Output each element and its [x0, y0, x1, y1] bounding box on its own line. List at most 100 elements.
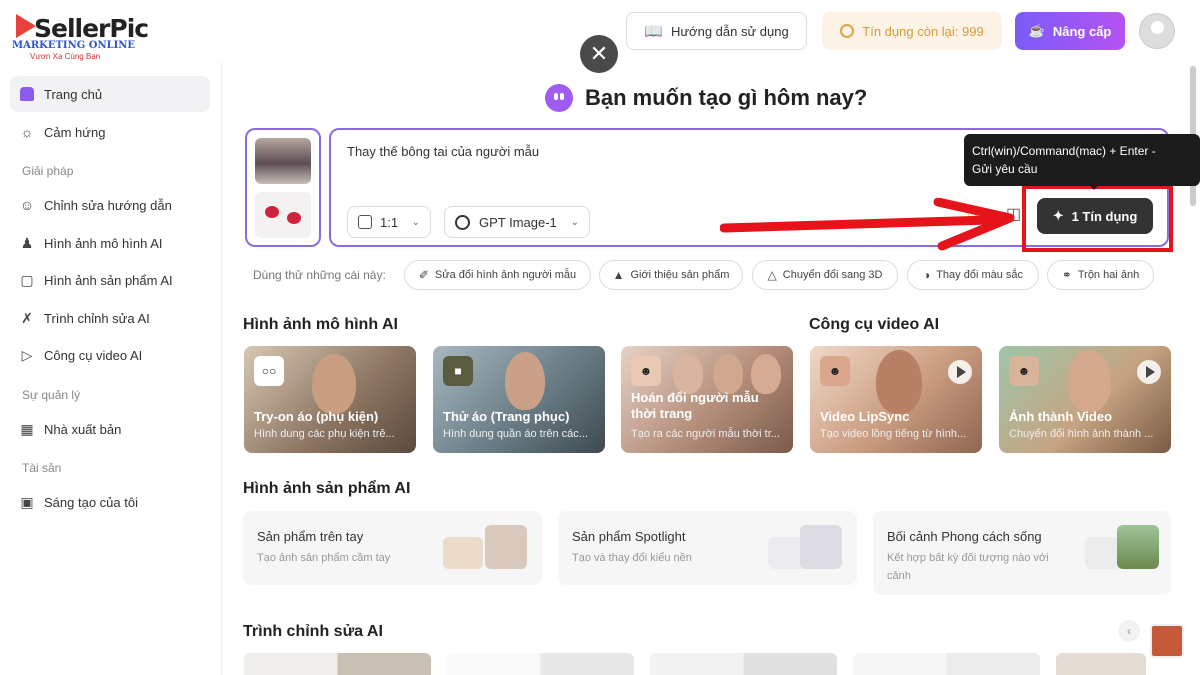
product-thumbnail: [1085, 537, 1121, 569]
card-title: Thử áo (Trang phục): [443, 409, 570, 424]
app-corner-icon[interactable]: [1150, 624, 1184, 658]
try-label: Dùng thử những cái này:: [253, 268, 386, 282]
model-thumbnail[interactable]: [255, 138, 311, 184]
model-thumbnail: [485, 525, 527, 569]
card-desc: Tạo ảnh sản phẩm cầm tay: [257, 552, 391, 564]
edit-icon: ✐: [418, 268, 429, 282]
try-chip-product-intro[interactable]: ▲ Giới thiệu sản phẩm: [599, 260, 743, 290]
page-title: Bạn muốn tạo gì hôm nay?: [545, 84, 867, 112]
lightbulb-icon: ☼: [20, 124, 34, 140]
sidebar-item-my-creations[interactable]: ▣ Sáng tạo của tôi: [10, 484, 210, 520]
section-title-ai-video: Công cụ video AI: [809, 316, 940, 333]
section-title-ai-editor: Trình chỉnh sửa AI: [243, 623, 383, 640]
openai-icon: [455, 214, 470, 230]
upgrade-button[interactable]: ☕ Nâng cấp: [1015, 12, 1125, 50]
chevron-left-icon[interactable]: ‹: [1118, 620, 1140, 642]
try-chip-blend[interactable]: ⚭ Trộn hai ảnh: [1047, 260, 1154, 290]
model-card-clothing[interactable]: ■ Thử áo (Trang phục) Hình dung quần áo …: [433, 346, 605, 453]
editor-card[interactable]: [853, 653, 1040, 675]
red-arrow-annotation: [720, 198, 1015, 251]
sidebar-item-ai-product[interactable]: ▢ Hình ảnh sản phẩm AI: [10, 262, 210, 298]
card-photo: [1067, 350, 1111, 412]
basket-icon: ☕: [1028, 23, 1045, 38]
card-title: Sản phẩm trên tay: [257, 529, 364, 544]
sidebar-item-label: Công cụ video AI: [44, 347, 143, 363]
aspect-ratio-value: 1:1: [380, 214, 399, 230]
upgrade-label: Nâng cấp: [1052, 23, 1112, 39]
card-title: Sản phẩm Spotlight: [572, 529, 686, 544]
card-desc: Tạo video lồng tiếng từ hình...: [820, 428, 967, 440]
model-select[interactable]: GPT Image-1 ⌄: [444, 206, 590, 238]
play-icon[interactable]: [1137, 360, 1161, 384]
video-icon: ▷: [21, 346, 33, 363]
editor-icon: ✗: [21, 309, 33, 326]
model-card-swap[interactable]: ☻ Hoán đổi người mẫu thời trang Tạo ra c…: [621, 346, 793, 453]
credit-balance[interactable]: Tín dụng còn lại: 999: [822, 12, 1002, 50]
card-title: Ảnh thành Video: [1009, 409, 1113, 424]
bottle-icon: ▲: [612, 268, 625, 282]
guide-button[interactable]: 📖 Hướng dẫn sử dụng: [626, 12, 807, 50]
card-desc: Chuyển đổi hình ảnh thành ...: [1009, 428, 1154, 440]
tooltip-line: Gửi yêu cầu: [972, 162, 1038, 176]
cube-icon: △: [767, 268, 777, 282]
card-photo: [713, 354, 743, 394]
sidebar-item-label: Nhà xuất bản: [44, 421, 122, 437]
coin-icon: [840, 24, 855, 38]
person-icon: ♟: [20, 234, 34, 251]
sidebar-item-ai-video[interactable]: ▷ Công cụ video AI: [10, 337, 210, 373]
tooltip-line: Ctrl(win)/Command(mac) + Enter -: [972, 144, 1156, 158]
headline-text: Bạn muốn tạo gì hôm nay?: [585, 85, 868, 110]
try-chip-label: Thay đổi màu sắc: [936, 269, 1024, 281]
card-photo: [876, 350, 922, 414]
sidebar-item-inspiration[interactable]: ☼ Cảm hứng: [10, 114, 210, 150]
product-icon: ▢: [20, 271, 34, 288]
editor-card[interactable]: [447, 653, 634, 675]
card-photo: [751, 354, 781, 394]
model-card-accessory[interactable]: ○○ Try-on áo (phụ kiện) Hình dung các ph…: [244, 346, 416, 453]
sidebar-section-management: Sự quản lý: [22, 388, 81, 402]
editor-card[interactable]: [244, 653, 431, 675]
card-desc: Tạo ra các người mẫu thời tr...: [631, 428, 780, 440]
try-chip-edit-model[interactable]: ✐ Sửa đổi hình ảnh người mẫu: [404, 260, 591, 290]
card-desc: Kết hợp bất kỳ đối tượng nào với cảnh: [887, 552, 1049, 582]
try-chip-3d[interactable]: △ Chuyển đổi sang 3D: [752, 260, 898, 290]
sidebar-section-assets: Tài sản: [22, 461, 62, 475]
try-chip-label: Chuyển đổi sang 3D: [782, 269, 883, 281]
earring-thumbnail[interactable]: [255, 192, 311, 238]
sidebar-item-publisher[interactable]: ▦ Nhà xuất bản: [10, 411, 210, 447]
submit-tooltip: Ctrl(win)/Command(mac) + Enter - Gửi yêu…: [964, 134, 1200, 186]
sidebar-item-label: Chỉnh sửa hướng dẫn: [44, 197, 172, 213]
avatar[interactable]: [1139, 13, 1175, 49]
sidebar-item-label: Hình ảnh sản phẩm AI: [44, 272, 173, 288]
speaker-avatar-icon: ☻: [820, 356, 850, 386]
product-card-in-hand[interactable]: Sản phẩm trên tay Tạo ảnh sản phẩm cầm t…: [243, 511, 542, 585]
sidebar-item-label: Trang chủ: [44, 86, 103, 102]
editor-card[interactable]: [650, 653, 837, 675]
card-title: Video LipSync: [820, 409, 910, 424]
product-card-lifestyle[interactable]: Bối cảnh Phong cách sống Kết hợp bất kỳ …: [873, 511, 1171, 595]
sidebar-item-ai-editor[interactable]: ✗ Trình chỉnh sửa AI: [10, 300, 210, 336]
card-photo: [673, 354, 703, 394]
logo[interactable]: SellerPic MARKETING ONLINE Vươn Xa Cùng …: [12, 10, 162, 61]
portrait-icon: ☻: [1009, 356, 1039, 386]
square-icon: [358, 215, 372, 229]
video-card-lipsync[interactable]: ☻ Video LipSync Tạo video lồng tiếng từ …: [810, 346, 982, 453]
sidebar-item-ai-model[interactable]: ♟ Hình ảnh mô hình AI: [10, 225, 210, 261]
video-card-image-to-video[interactable]: ☻ Ảnh thành Video Chuyển đổi hình ảnh th…: [999, 346, 1171, 453]
logo-text: SellerPic: [34, 14, 149, 43]
close-icon[interactable]: ✕: [580, 35, 618, 73]
try-chip-color[interactable]: ◑ Thay đổi màu sắc: [907, 260, 1039, 290]
prompt-input[interactable]: Thay thế bông tai của người mẫu: [347, 144, 539, 159]
lifestyle-thumbnail: [1117, 525, 1159, 569]
play-icon[interactable]: [948, 360, 972, 384]
credit-label: Tín dụng còn lại: 999: [862, 23, 984, 39]
card-title: Hoán đổi người mẫu thời trang: [631, 390, 759, 421]
card-desc: Tạo và thay đổi kiểu nền: [572, 552, 692, 564]
aspect-ratio-select[interactable]: 1:1 ⌄: [347, 206, 431, 238]
card-photo: [312, 354, 356, 414]
sidebar-item-label: Sáng tạo của tôi: [44, 494, 138, 510]
editor-card[interactable]: [1056, 653, 1146, 675]
product-card-spotlight[interactable]: Sản phẩm Spotlight Tạo và thay đổi kiểu …: [558, 511, 857, 585]
sidebar-item-home[interactable]: Trang chủ: [10, 76, 210, 112]
sidebar-item-guided-edit[interactable]: ☺ Chỉnh sửa hướng dẫn: [10, 187, 210, 223]
